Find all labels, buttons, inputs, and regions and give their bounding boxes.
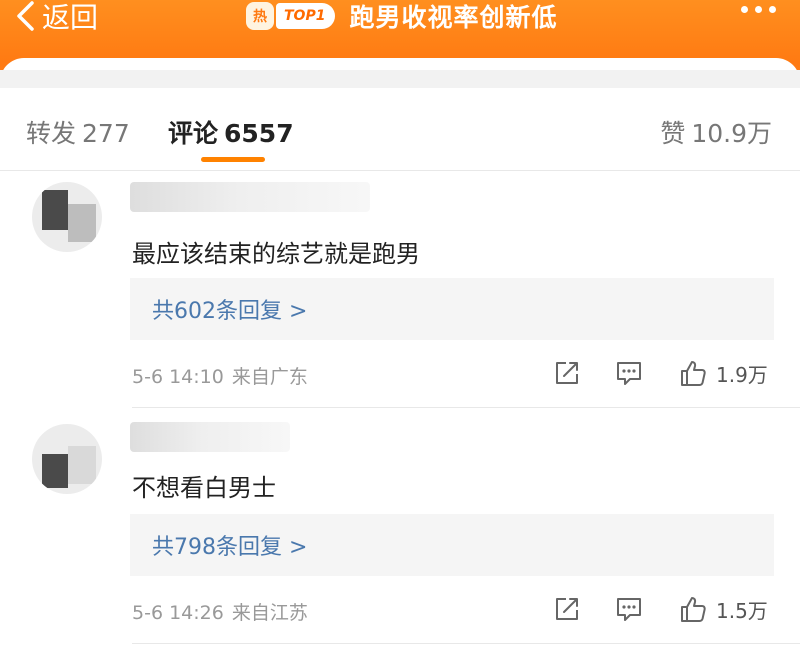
comment-time: 5-6 14:26 xyxy=(132,602,224,624)
comments-sheet: 转发 277 评论 6557 赞 10.9万 最应该结束的综艺就是跑男 共602条回复… xyxy=(0,58,800,648)
chevron-left-icon xyxy=(17,1,34,31)
share-icon xyxy=(556,362,578,384)
comment-text: 最应该结束的综艺就是跑男 xyxy=(132,240,420,268)
comment-bubble-icon xyxy=(617,362,641,385)
reply-button[interactable] xyxy=(614,358,644,388)
like-count: 1.5万 xyxy=(716,598,768,623)
like-button[interactable]: 1.9万 xyxy=(678,358,768,388)
avatar-blur xyxy=(68,204,96,242)
comment-text: 不想看白男士 xyxy=(132,474,276,502)
replies-link[interactable]: 共602条回复 > xyxy=(130,278,774,340)
username-redacted[interactable] xyxy=(130,422,290,452)
comment-location: 来自广东 xyxy=(231,366,308,388)
tab-repost-count: 277 xyxy=(82,119,130,148)
back-label: 返回 xyxy=(42,1,99,34)
more-dots-icon[interactable] xyxy=(741,6,776,13)
tab-comment-count: 6557 xyxy=(224,119,294,148)
page-title: 跑男收视率创新低 xyxy=(349,3,558,32)
active-tab-indicator xyxy=(201,157,265,162)
avatar[interactable] xyxy=(32,424,102,494)
avatar[interactable] xyxy=(32,182,102,252)
replies-link[interactable]: 共798条回复 > xyxy=(130,514,774,576)
sheet-header-strip xyxy=(0,70,800,88)
dot xyxy=(769,6,776,13)
tab-like-label: 赞 xyxy=(660,119,686,148)
tab-like[interactable]: 赞 10.9万 xyxy=(660,114,772,150)
comment-time: 5-6 14:10 xyxy=(132,366,224,388)
share-icon xyxy=(556,598,578,620)
share-button[interactable] xyxy=(552,594,582,624)
avatar-blur xyxy=(42,190,68,230)
comment-location: 来自江苏 xyxy=(231,602,308,624)
rank-badge: TOP1 xyxy=(276,3,336,29)
comment-bubble-icon xyxy=(617,598,641,621)
back-button[interactable]: 返回 xyxy=(14,0,98,38)
dot xyxy=(755,6,762,13)
topic-title-group: 热 TOP1 跑男收视率创新低 xyxy=(246,0,557,36)
avatar-blur xyxy=(42,454,68,488)
tab-comment[interactable]: 评论 6557 xyxy=(168,114,294,150)
hot-badge: 热 xyxy=(246,2,274,30)
divider xyxy=(132,407,800,408)
tab-repost-label: 转发 xyxy=(26,119,77,148)
like-button[interactable]: 1.5万 xyxy=(678,594,768,624)
tab-bar: 转发 277 评论 6557 赞 10.9万 xyxy=(0,114,800,170)
divider xyxy=(132,643,800,644)
like-count: 1.9万 xyxy=(716,362,768,387)
divider xyxy=(0,170,800,171)
share-button[interactable] xyxy=(552,358,582,388)
thumbs-up-icon xyxy=(681,361,706,386)
tab-repost[interactable]: 转发 277 xyxy=(26,114,130,150)
thumbs-up-icon xyxy=(681,597,706,622)
comment-meta: 5-6 14:10 来自广东 xyxy=(132,362,308,389)
dot xyxy=(741,6,748,13)
tab-like-count: 10.9万 xyxy=(691,119,772,148)
tab-comment-label: 评论 xyxy=(168,119,219,148)
reply-button[interactable] xyxy=(614,594,644,624)
username-redacted[interactable] xyxy=(130,182,370,212)
avatar-blur xyxy=(68,446,96,484)
comment-meta: 5-6 14:26 来自江苏 xyxy=(132,598,308,625)
